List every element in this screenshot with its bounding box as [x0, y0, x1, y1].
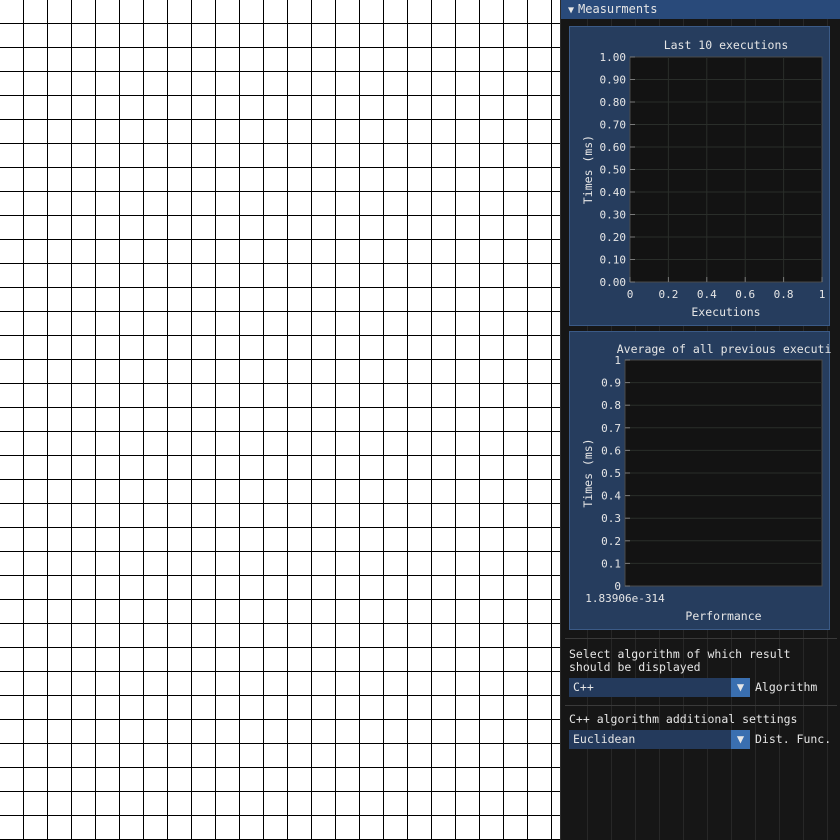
y-tick-label: 0.40 [600, 186, 627, 199]
y-tick-label: 0.1 [601, 557, 621, 570]
x-tick-label: 1 [819, 288, 826, 301]
x-tick-label: 1.83906e-314 [585, 592, 665, 605]
cpp-settings-heading: C++ algorithm additional settings [569, 712, 798, 726]
algorithm-select[interactable]: C++ ▼ [569, 678, 750, 697]
y-tick-label: 0.70 [600, 119, 627, 132]
grid-canvas[interactable] [0, 0, 560, 840]
y-tick-label: 0.9 [601, 377, 621, 390]
chart-title: Last 10 executions [664, 38, 789, 52]
y-tick-label: 0.3 [601, 512, 621, 525]
plot-average-executions: Average of all previous execution 0 0.1 0.2… [569, 331, 831, 630]
algorithm-prompt: Select algorithm of which result should … [569, 648, 791, 674]
x-axis-label: Performance [685, 609, 761, 623]
x-axis-label: Executions [691, 305, 760, 319]
y-tick-label: 0.5 [601, 467, 621, 480]
collapse-triangle-icon[interactable]: ▼ [568, 1, 574, 20]
y-tick-label: 0.10 [600, 254, 627, 267]
y-axis-label: Times (ms) [581, 438, 595, 507]
panel-titlebar[interactable]: ▼ Measurments [561, 0, 840, 19]
x-tick-label: 0.6 [735, 288, 755, 301]
algorithm-dropdown-triangle-icon[interactable]: ▼ [731, 678, 750, 697]
y-tick-label: 0.4 [601, 490, 621, 503]
dist-func-dropdown-triangle-icon[interactable]: ▼ [731, 730, 750, 749]
y-tick-label: 1.00 [600, 51, 627, 64]
dist-func-label: Dist. Func. [755, 732, 832, 746]
y-tick-label: 0.50 [600, 164, 627, 177]
y-tick-label: 0.80 [600, 96, 627, 109]
y-tick-label: 0.30 [600, 209, 627, 222]
plot-last-executions: Last 10 executions 0.00 0.10 0.20 0.30 0.40 0.… [569, 26, 830, 326]
algorithm-prompt-line-2: should be displayed [569, 660, 701, 674]
measurements-panel: ▼ Measurments Last 10 executions 0.00 0.10 0… [560, 0, 840, 840]
panel-title: Measurments [578, 2, 658, 16]
y-tick-label: 1 [614, 354, 621, 367]
separator [565, 638, 837, 639]
x-tick-label: 0 [627, 288, 634, 301]
plot-average-executions-svg: Average of all previous execution00.10.2… [581, 342, 831, 623]
chart-title: Average of all previous execution [617, 342, 831, 356]
algorithm-label: Algorithm [755, 680, 818, 694]
x-tick-label: 0.2 [658, 288, 678, 301]
y-tick-label: 0.6 [601, 444, 621, 457]
y-tick-label: 0.20 [600, 231, 627, 244]
y-tick-label: 0.60 [600, 141, 627, 154]
dist-func-select-value: Euclidean [573, 732, 636, 746]
y-tick-label: 0.90 [600, 74, 627, 87]
y-tick-label: 0.8 [601, 399, 621, 412]
x-tick-label: 0.4 [697, 288, 717, 301]
y-axis-label: Times (ms) [581, 135, 595, 204]
separator [565, 705, 837, 706]
algorithm-select-value: C++ [573, 680, 594, 694]
y-tick-label: 0.2 [601, 535, 621, 548]
y-tick-label: 0.7 [601, 422, 621, 435]
x-tick-label: 0.8 [774, 288, 794, 301]
y-tick-label: 0.00 [600, 276, 627, 289]
dist-func-select[interactable]: Euclidean ▼ [569, 730, 750, 749]
plot-last-executions-svg: Last 10 executions0.000.100.200.300.400.… [581, 38, 826, 319]
